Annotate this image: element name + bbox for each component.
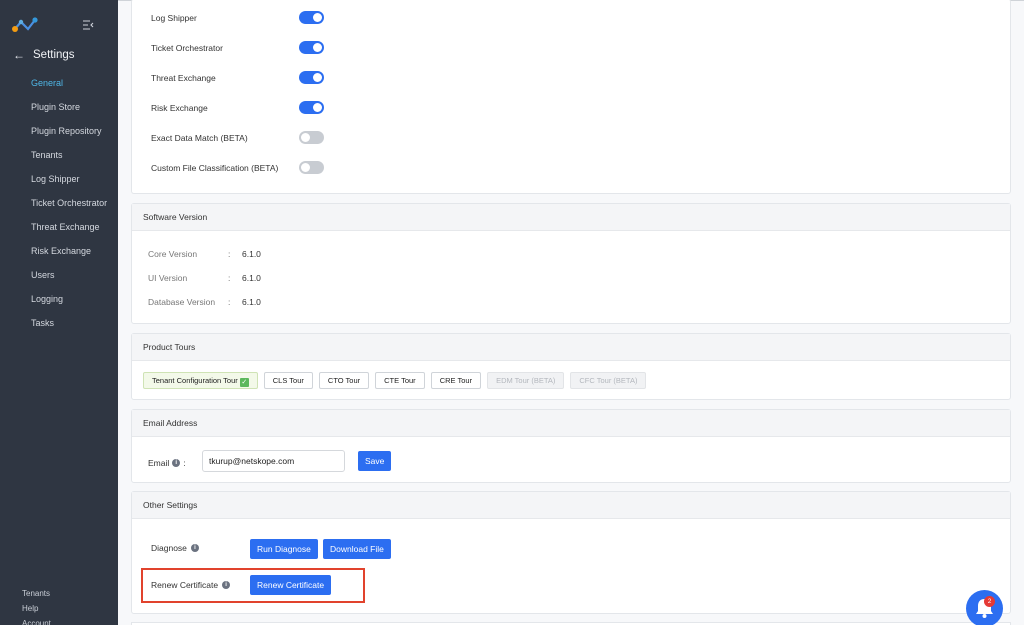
software-version-header: Software Version xyxy=(132,204,1010,231)
email-label: Email i : xyxy=(148,458,186,468)
kv-key: UI Version xyxy=(148,273,188,283)
module-row-ticket-orchestrator: Ticket Orchestrator xyxy=(151,41,324,54)
module-row-custom-file-classification: Custom File Classification (BETA) xyxy=(151,161,324,174)
cfc-tour-button: CFC Tour (BETA) xyxy=(570,372,647,389)
module-label: Ticket Orchestrator xyxy=(151,42,223,53)
sidebar-item-threat-exchange[interactable]: Threat Exchange xyxy=(0,215,118,239)
module-row-log-shipper: Log Shipper xyxy=(151,11,324,24)
cre-tour-button[interactable]: CRE Tour xyxy=(430,372,482,389)
kv-separator: : xyxy=(228,273,231,283)
email-colon: : xyxy=(183,458,186,468)
email-address-card: Email Address Email i : Save xyxy=(131,409,1011,483)
notifications-button[interactable] xyxy=(966,590,1003,625)
modules-card: Log Shipper Ticket Orchestrator Threat E… xyxy=(131,0,1011,194)
sidebar-item-log-shipper[interactable]: Log Shipper xyxy=(0,167,118,191)
email-input[interactable] xyxy=(202,450,345,472)
ui-version-row: UI Version : 6.1.0 xyxy=(148,273,261,283)
software-version-card: Software Version Core Version : 6.1.0 UI… xyxy=(131,203,1011,324)
kv-value: 6.1.0 xyxy=(242,273,261,283)
notification-count-badge: 2 xyxy=(984,596,995,607)
product-tours-card: Product Tours Tenant Configuration Tour ✓… xyxy=(131,333,1011,400)
sidebar-item-plugin-repository[interactable]: Plugin Repository xyxy=(0,119,118,143)
info-icon[interactable]: i xyxy=(172,459,181,467)
sidebar-item-general[interactable]: General xyxy=(0,71,118,95)
save-button[interactable]: Save xyxy=(358,451,392,471)
kv-value: 6.1.0 xyxy=(242,297,261,307)
sidebar-item-logging[interactable]: Logging xyxy=(0,287,118,311)
sidebar-nav: General Plugin Store Plugin Repository T… xyxy=(0,71,118,335)
cls-tour-button[interactable]: CLS Tour xyxy=(263,372,313,389)
sidebar: ← Settings General Plugin Store Plugin R… xyxy=(0,0,118,625)
sidebar-item-risk-exchange[interactable]: Risk Exchange xyxy=(0,239,118,263)
bell-icon xyxy=(976,599,993,618)
info-icon[interactable]: i xyxy=(190,544,199,552)
back-arrow-icon[interactable]: ← xyxy=(13,48,25,62)
run-diagnose-button[interactable]: Run Diagnose xyxy=(250,539,318,559)
bottom-link-help[interactable]: Help xyxy=(22,601,51,616)
tour-label: Tenant Configuration Tour xyxy=(152,376,238,385)
core-version-row: Core Version : 6.1.0 xyxy=(148,249,261,259)
custom-file-classification-toggle[interactable] xyxy=(299,161,324,174)
kv-value: 6.1.0 xyxy=(242,249,261,259)
module-row-threat-exchange: Threat Exchange xyxy=(151,71,324,84)
netskope-logo-icon[interactable] xyxy=(12,17,38,33)
main-content: Log Shipper Ticket Orchestrator Threat E… xyxy=(118,0,1024,625)
log-shipper-toggle[interactable] xyxy=(299,11,324,24)
other-settings-card: Other Settings Diagnose i Run Diagnose D… xyxy=(131,491,1011,614)
module-label: Risk Exchange xyxy=(151,102,208,113)
settings-title: Settings xyxy=(33,49,75,61)
kv-separator: : xyxy=(228,249,231,259)
database-version-row: Database Version : 6.1.0 xyxy=(148,297,261,307)
module-label: Threat Exchange xyxy=(151,72,216,83)
module-row-exact-data-match: Exact Data Match (BETA) xyxy=(151,131,324,144)
tour-buttons: Tenant Configuration Tour ✓ CLS Tour CTO … xyxy=(143,372,647,389)
product-tours-header: Product Tours xyxy=(132,334,1010,361)
exact-data-match-toggle[interactable] xyxy=(299,131,324,144)
sidebar-item-ticket-orchestrator[interactable]: Ticket Orchestrator xyxy=(0,191,118,215)
other-settings-header: Other Settings xyxy=(132,492,1010,519)
kv-key: Core Version xyxy=(148,249,198,259)
back-to-settings[interactable]: ← Settings xyxy=(13,48,75,62)
checkmark-icon: ✓ xyxy=(239,378,249,387)
diagnose-label: Diagnose i xyxy=(151,543,199,553)
ticket-orchestrator-toggle[interactable] xyxy=(299,41,324,54)
sidebar-item-plugin-store[interactable]: Plugin Store xyxy=(0,95,118,119)
sidebar-item-users[interactable]: Users xyxy=(0,263,118,287)
bottom-link-tenants[interactable]: Tenants xyxy=(22,586,51,601)
module-row-risk-exchange: Risk Exchange xyxy=(151,101,324,114)
module-label: Custom File Classification (BETA) xyxy=(151,162,279,173)
bottom-link-account[interactable]: Account xyxy=(22,616,51,625)
edm-tour-button: EDM Tour (BETA) xyxy=(487,372,565,389)
renew-certificate-label-text: Renew Certificate xyxy=(151,580,219,590)
cto-tour-button[interactable]: CTO Tour xyxy=(318,372,370,389)
download-file-button[interactable]: Download File xyxy=(323,539,391,559)
renew-certificate-label: Renew Certificate i xyxy=(151,580,231,590)
renew-certificate-button[interactable]: Renew Certificate xyxy=(250,575,332,595)
diagnose-label-text: Diagnose xyxy=(151,543,187,553)
info-icon[interactable]: i xyxy=(222,581,231,589)
module-label: Log Shipper xyxy=(151,12,197,23)
email-address-header: Email Address xyxy=(132,410,1010,437)
cte-tour-button[interactable]: CTE Tour xyxy=(375,372,425,389)
sidebar-bottom-links: Tenants Help Account xyxy=(22,586,51,625)
sidebar-item-tasks[interactable]: Tasks xyxy=(0,311,118,335)
collapse-menu-icon[interactable] xyxy=(82,19,94,31)
kv-separator: : xyxy=(228,297,231,307)
risk-exchange-toggle[interactable] xyxy=(299,101,324,114)
kv-key: Database Version xyxy=(148,297,216,307)
sidebar-item-tenants[interactable]: Tenants xyxy=(0,143,118,167)
email-label-text: Email xyxy=(148,458,170,468)
module-label: Exact Data Match (BETA) xyxy=(151,132,248,143)
tenant-configuration-tour-button[interactable]: Tenant Configuration Tour ✓ xyxy=(143,372,258,389)
threat-exchange-toggle[interactable] xyxy=(299,71,324,84)
